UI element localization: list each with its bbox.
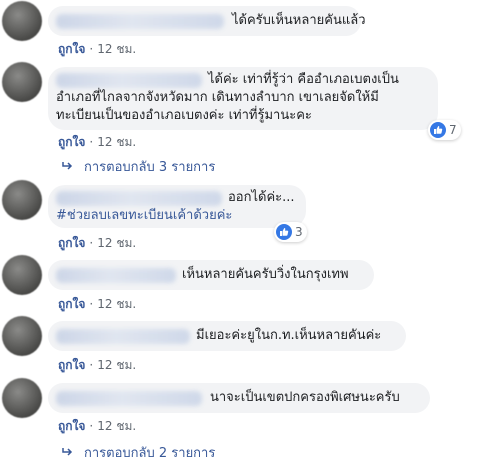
comment-actions: ถูกใจ · 12 ชม. (58, 40, 136, 59)
avatar[interactable] (2, 378, 42, 418)
hashtag-link[interactable]: #ช่วยลบเลขทะเบียนเค้าด้วยค่ะ (56, 206, 232, 226)
author-name-blurred[interactable] (56, 14, 224, 29)
author-name-blurred[interactable] (56, 268, 176, 283)
timestamp[interactable]: 12 ชม. (97, 42, 136, 56)
reply-arrow-icon (62, 446, 74, 461)
timestamp[interactable]: 12 ชม. (97, 358, 136, 372)
avatar[interactable] (2, 62, 42, 102)
separator: · (89, 236, 94, 250)
comment-text: นาจะเป็นเขตปกครองพิเศษนะครับ (210, 390, 400, 405)
separator: · (89, 419, 94, 433)
avatar[interactable] (2, 255, 42, 295)
comment-actions: ถูกใจ · 12 ชม. (58, 295, 136, 314)
like-button[interactable]: ถูกใจ (58, 297, 85, 311)
view-replies-link[interactable]: การตอบกลับ 2 รายการ (62, 442, 215, 463)
thumbs-up-icon (430, 122, 446, 138)
avatar[interactable] (2, 1, 42, 41)
timestamp[interactable]: 12 ชม. (97, 236, 136, 250)
reaction-count[interactable]: 7 (428, 120, 461, 140)
separator: · (89, 135, 94, 149)
reply-arrow-icon (62, 160, 74, 175)
thumbs-up-icon (276, 224, 292, 240)
comment-text: ออกได้ค่ะ... (228, 190, 295, 205)
comment-actions: ถูกใจ · 12 ชม. (58, 133, 136, 152)
view-replies-link[interactable]: การตอบกลับ 3 รายการ (62, 156, 215, 177)
author-name-blurred[interactable] (56, 191, 222, 206)
avatar[interactable] (2, 316, 42, 356)
avatar[interactable] (2, 180, 42, 220)
comment-text-line: ได้ค่ะ เท่าที่รู้ว่า คืออำเภอเบตงเป็น (208, 72, 399, 87)
comment-text: มีเยอะค่ะยูในก.ท.เห็นหลายคันค่ะ (196, 328, 382, 343)
timestamp[interactable]: 12 ชม. (97, 297, 136, 311)
comment-text-line: อำเภอที่ไกลจากจังหวัดมาก เดินทางลำบาก เข… (56, 90, 379, 105)
comment-actions: ถูกใจ · 12 ชม. (58, 356, 136, 375)
timestamp[interactable]: 12 ชม. (97, 419, 136, 433)
separator: · (89, 297, 94, 311)
timestamp[interactable]: 12 ชม. (97, 135, 136, 149)
comment-actions: ถูกใจ · 12 ชม. (58, 417, 136, 436)
comment-text-line: ทะเบียนเป็นของอำเภอเบตงค่ะ เท่าที่รู้มาน… (56, 108, 312, 123)
comment-actions: ถูกใจ · 12 ชม. (58, 234, 136, 253)
author-name-blurred[interactable] (56, 391, 202, 406)
like-button[interactable]: ถูกใจ (58, 236, 85, 250)
reaction-count[interactable]: 3 (274, 222, 307, 242)
comment-text: เห็นหลายคันครับวิ่งในกรุงเทพ (182, 267, 349, 282)
separator: · (89, 358, 94, 372)
like-button[interactable]: ถูกใจ (58, 135, 85, 149)
like-button[interactable]: ถูกใจ (58, 419, 85, 433)
like-button[interactable]: ถูกใจ (58, 42, 85, 56)
separator: · (89, 42, 94, 56)
comment-text: ได้ครับเห็นหลายคันแล้ว (232, 13, 366, 28)
author-name-blurred[interactable] (56, 73, 202, 88)
like-button[interactable]: ถูกใจ (58, 358, 85, 372)
author-name-blurred[interactable] (56, 329, 190, 344)
